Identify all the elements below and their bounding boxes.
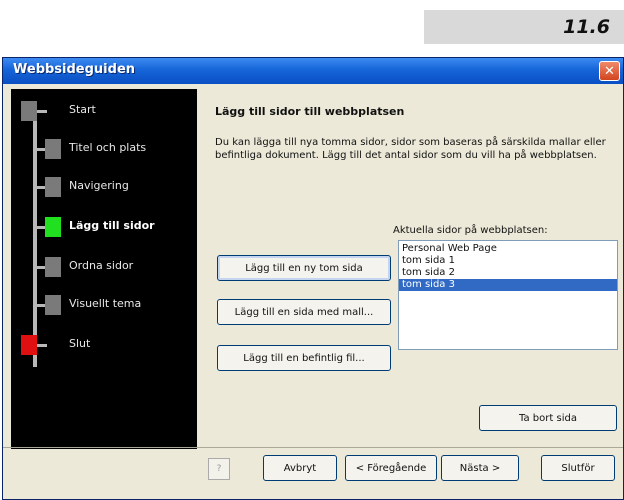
page-number-tag: 11.6 [424, 10, 624, 44]
list-item[interactable]: Personal Web Page [399, 243, 617, 255]
window-title: Webbsideguiden [13, 62, 136, 77]
step-label: Lägg till sidor [69, 219, 155, 232]
wizard-footer: ? Avbryt < Föregående Nästa > Slutför [3, 447, 623, 499]
current-pages-label: Aktuella sidor på webbplatsen: [393, 225, 548, 236]
page-description: Du kan lägga till nya tomma sidor, sidor… [215, 137, 606, 161]
list-item[interactable]: tom sida 1 [399, 255, 617, 267]
steps-connector-line [33, 105, 37, 367]
back-button[interactable]: < Föregående [345, 455, 437, 481]
cancel-button[interactable]: Avbryt [263, 455, 337, 481]
step-marker-icon [45, 177, 61, 197]
list-item[interactable]: tom sida 2 [399, 267, 617, 279]
page-heading: Lägg till sidor till webbplatsen [215, 105, 405, 118]
page-number: 11.6 [563, 16, 610, 38]
add-existing-file-button[interactable]: Lägg till en befintlig fil... [217, 345, 391, 371]
wizard-window: Webbsideguiden ✕ Start Titel och plats N… [2, 57, 624, 500]
step-marker-icon [45, 295, 61, 315]
step-marker-icon [45, 257, 61, 277]
step-label: Titel och plats [69, 141, 147, 154]
close-icon: ✕ [604, 63, 615, 79]
help-icon-glyph: ? [216, 464, 222, 474]
current-pages-list[interactable]: Personal Web Page tom sida 1 tom sida 2 … [398, 240, 618, 350]
step-label: Navigering [69, 179, 129, 192]
step-label: Slut [69, 337, 91, 350]
step-marker-icon [21, 101, 37, 121]
step-label: Ordna sidor [69, 259, 134, 272]
remove-page-button[interactable]: Ta bort sida [479, 405, 617, 431]
list-item[interactable]: tom sida 3 [399, 279, 617, 291]
add-blank-page-button[interactable]: Lägg till en ny tom sida [217, 255, 391, 281]
wizard-content: Lägg till sidor till webbplatsen Du kan … [211, 89, 619, 449]
step-marker-icon [21, 335, 37, 355]
step-marker-icon [45, 139, 61, 159]
add-template-page-button[interactable]: Lägg till en sida med mall... [217, 299, 391, 325]
finish-button[interactable]: Slutför [541, 455, 615, 481]
step-marker-icon [45, 217, 61, 237]
step-label: Visuellt tema [69, 297, 142, 310]
close-button[interactable]: ✕ [599, 61, 620, 81]
wizard-steps-panel: Start Titel och plats Navigering Lägg ti… [11, 89, 197, 449]
title-bar[interactable]: Webbsideguiden ✕ [3, 58, 623, 84]
next-button[interactable]: Nästa > [441, 455, 519, 481]
step-label: Start [69, 103, 96, 116]
help-icon[interactable]: ? [208, 458, 230, 480]
